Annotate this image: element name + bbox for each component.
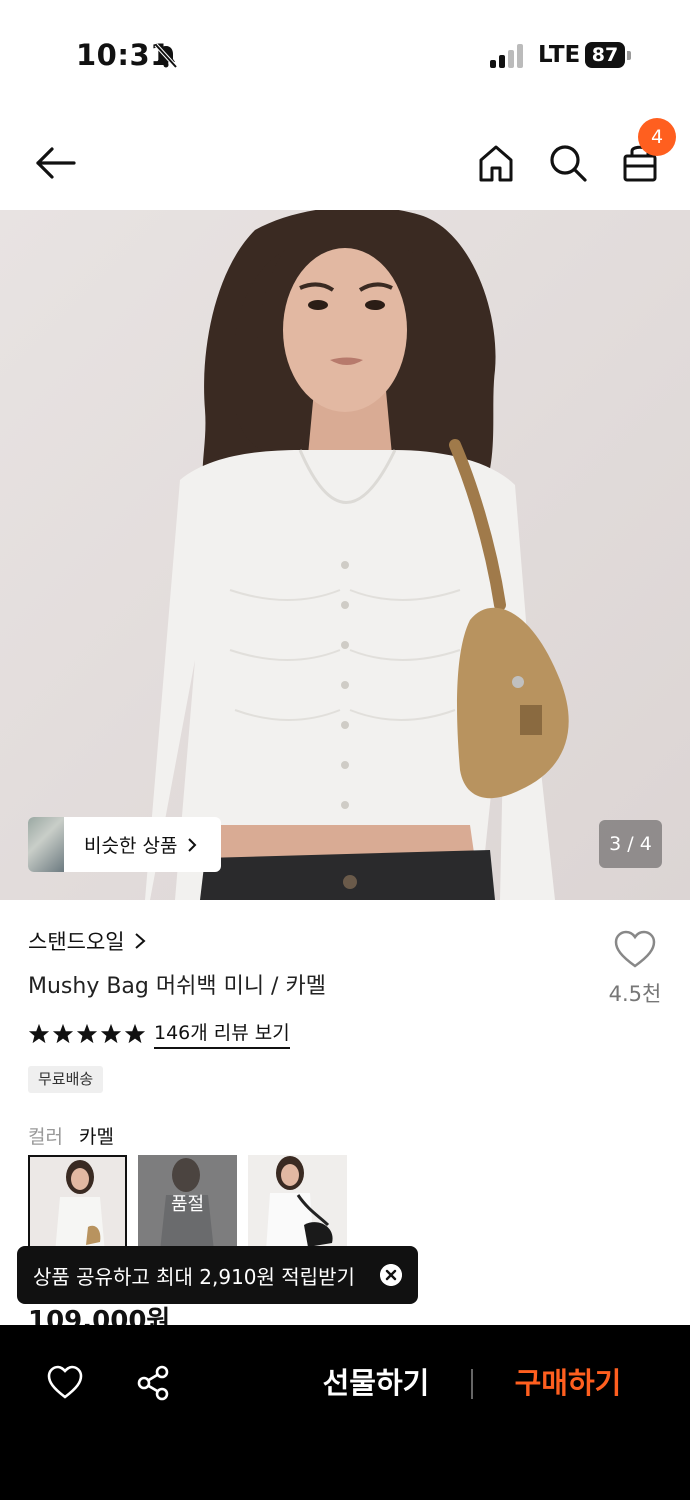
rating-row: 146개 리뷰 보기: [28, 1018, 290, 1049]
network-label: LTE: [538, 42, 581, 68]
chevron-right-icon: [188, 837, 197, 852]
share-icon[interactable]: [135, 1365, 171, 1401]
share-reward-toast: 상품 공유하고 최대 2,910원 적립받기: [17, 1246, 418, 1304]
swatch-image: [248, 1155, 347, 1251]
product-photo-illustration: [0, 210, 690, 900]
status-bar: 10:31 LTE 87: [0, 0, 690, 110]
star-filled-icon: [100, 1023, 122, 1043]
swatch-image: [30, 1157, 125, 1249]
color-row: 컬러 카멜: [28, 1122, 114, 1149]
divider: [471, 1369, 473, 1399]
search-icon[interactable]: [545, 140, 591, 186]
heart-outline-icon: [614, 930, 656, 968]
color-swatch-gray[interactable]: 품절: [138, 1155, 237, 1251]
star-filled-icon: [28, 1023, 50, 1043]
cart-count-badge: 4: [638, 118, 676, 156]
heart-outline-icon[interactable]: [47, 1365, 83, 1401]
color-key: 컬러: [28, 1126, 63, 1148]
soldout-label: 품절: [138, 1155, 237, 1251]
review-link[interactable]: 146개 리뷰 보기: [154, 1018, 290, 1049]
similar-products-label: 비슷한 상품: [84, 835, 178, 857]
color-value: 카멜: [79, 1126, 114, 1148]
battery-icon: 87: [585, 42, 625, 68]
rating-stars: [28, 1023, 146, 1045]
wishlist-button[interactable]: 4.5천: [604, 930, 666, 1008]
toast-message: 상품 공유하고 최대 2,910원 적립받기: [33, 1264, 355, 1289]
free-shipping-badge: 무료배송: [28, 1066, 104, 1093]
similar-products-button[interactable]: 비슷한 상품: [28, 817, 221, 872]
star-filled-icon: [124, 1023, 146, 1043]
color-swatch-black[interactable]: [248, 1155, 347, 1251]
battery-tip: [627, 51, 631, 60]
product-image[interactable]: [0, 210, 690, 900]
top-nav: [0, 110, 690, 210]
home-icon[interactable]: [473, 140, 519, 186]
wishlist-count: 4.5천: [608, 982, 662, 1006]
bottom-action-bar: 선물하기 구매하기: [0, 1325, 690, 1500]
brand-link[interactable]: 스탠드오일: [28, 926, 147, 956]
product-name: Mushy Bag 머쉬백 미니 / 카멜: [28, 974, 326, 999]
signal-icon: [490, 44, 526, 68]
similar-products-thumbnail: [28, 817, 64, 872]
image-page-counter: 3 / 4: [599, 820, 662, 868]
star-filled-icon: [76, 1023, 98, 1043]
back-arrow-icon[interactable]: [32, 140, 78, 186]
bell-muted-icon: [154, 43, 178, 69]
close-icon[interactable]: [380, 1264, 402, 1286]
color-swatch-camel[interactable]: [28, 1155, 127, 1251]
chevron-right-icon: [134, 933, 146, 949]
star-filled-icon: [52, 1023, 74, 1043]
brand-name: 스탠드오일: [28, 930, 125, 954]
buy-button[interactable]: 구매하기: [508, 1361, 628, 1405]
gift-button[interactable]: 선물하기: [316, 1361, 436, 1405]
